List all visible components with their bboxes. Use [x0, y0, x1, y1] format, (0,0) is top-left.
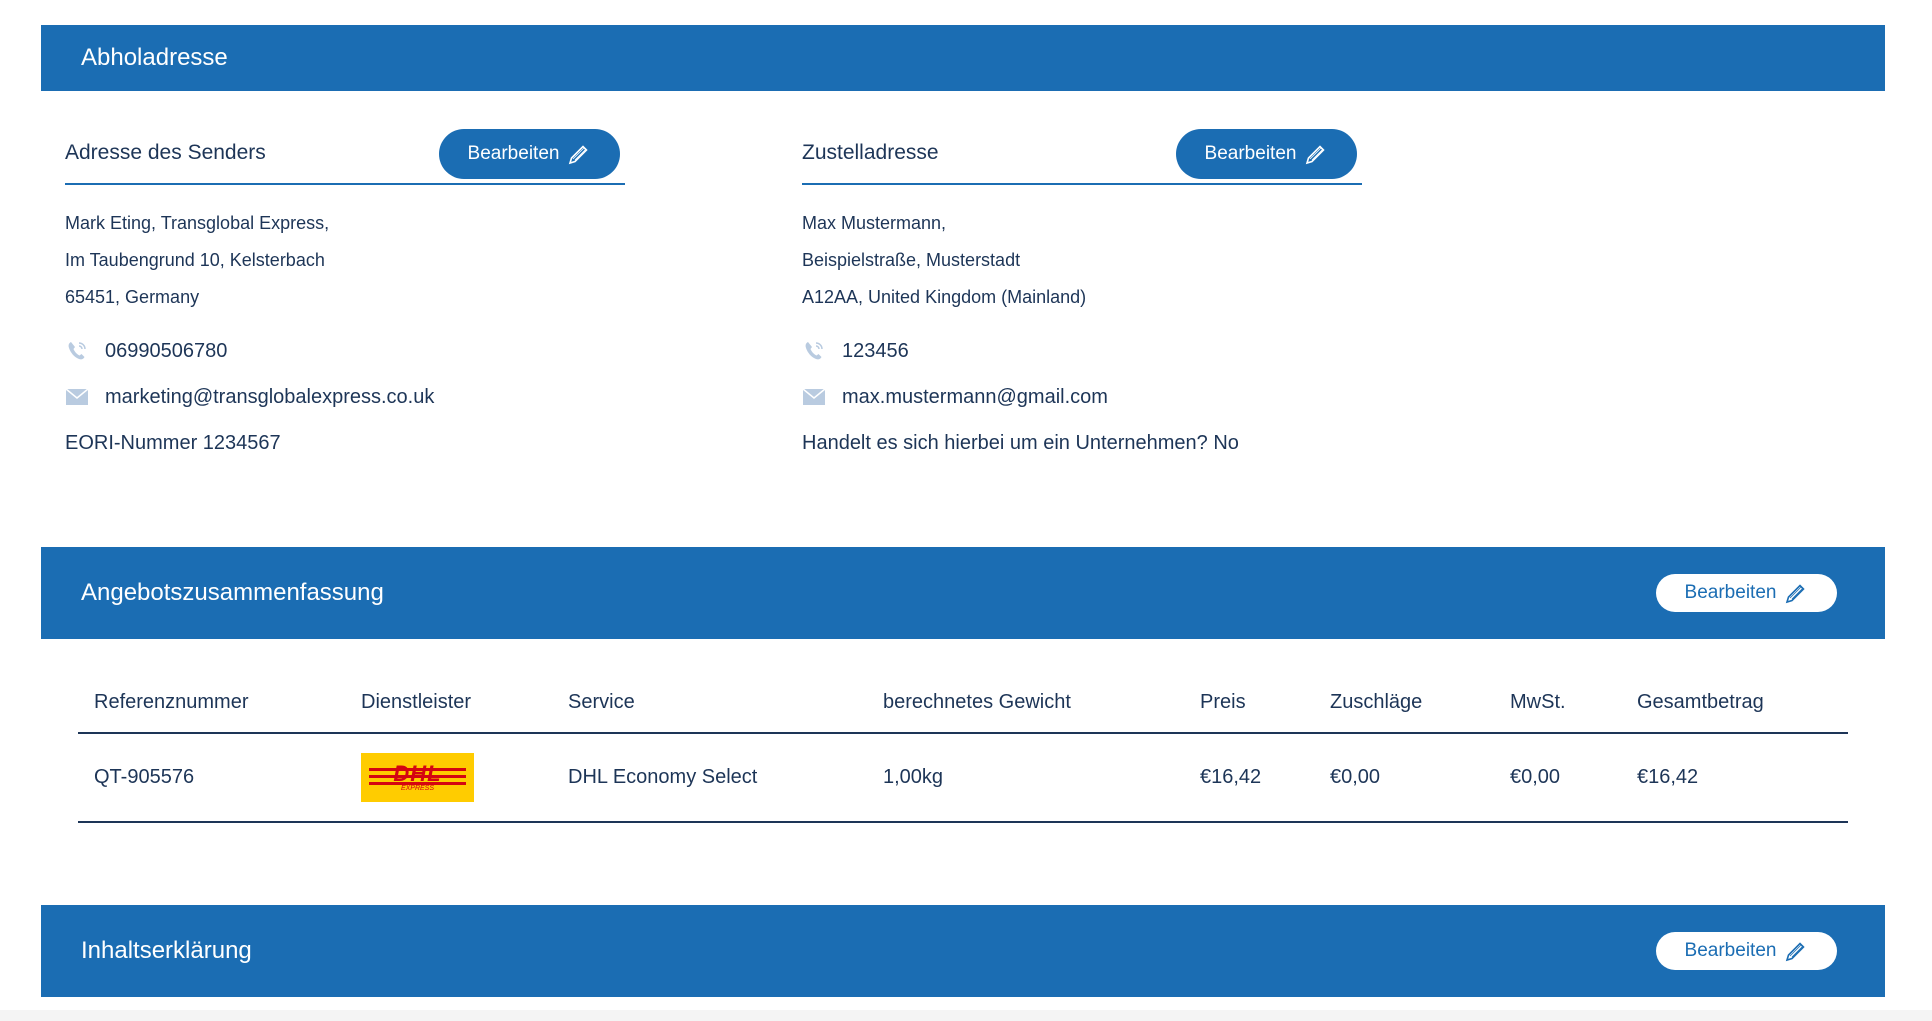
- column-header: Preis: [1184, 672, 1314, 734]
- delivery-email: max.mustermann@gmail.com: [802, 374, 1362, 420]
- edit-contents-button[interactable]: Bearbeiten: [1656, 932, 1837, 970]
- table-row: QT-905576 DHL EXPRESS DHL Economy Select…: [78, 733, 1848, 823]
- sender-address-line: Mark Eting, Transglobal Express,: [65, 213, 330, 233]
- delivery-address: Max Mustermann, Beispielstraße, Musterst…: [802, 205, 1362, 316]
- sender-address: Mark Eting, Transglobal Express, Im Taub…: [65, 205, 625, 316]
- dhl-logo-subtext: EXPRESS: [400, 784, 435, 792]
- envelope-icon: [65, 385, 89, 409]
- quote-summary-title: Angebotszusammenfassung: [81, 579, 384, 606]
- delivery-company-question: Handelt es sich hierbei um ein Unternehm…: [802, 432, 1239, 454]
- delivery-phone: 123456: [802, 328, 1362, 374]
- delivery-address-header: Zustelladresse Bearbeiten: [802, 125, 1362, 185]
- delivery-phone-value: 123456: [842, 339, 909, 362]
- pencil-icon: [1304, 142, 1328, 166]
- column-header: Service: [552, 672, 867, 734]
- column-header: berechnetes Gewicht: [867, 672, 1184, 734]
- sender-address-line: Im Taubengrund 10, Kelsterbach: [65, 250, 325, 270]
- dhl-logo: DHL EXPRESS: [361, 753, 474, 802]
- pencil-icon: [1784, 581, 1808, 605]
- sender-eori: EORI-Nummer 1234567: [65, 432, 281, 454]
- column-header: MwSt.: [1494, 672, 1621, 734]
- edit-sender-label: Bearbeiten: [467, 143, 560, 164]
- dhl-logo-text: DHL: [393, 760, 442, 786]
- service-name: DHL Economy Select: [552, 733, 867, 823]
- delivery-address-line: Beispielstraße, Musterstadt: [802, 250, 1021, 270]
- page-bottom-strip: [0, 1010, 1932, 1021]
- edit-quote-button[interactable]: Bearbeiten: [1656, 574, 1837, 612]
- contents-declaration-header: Inhaltserklärung Bearbeiten: [41, 905, 1885, 997]
- reference-number: QT-905576: [78, 733, 345, 823]
- sender-email: marketing@transglobalexpress.co.uk: [65, 374, 625, 420]
- edit-delivery-button[interactable]: Bearbeiten: [1176, 129, 1357, 179]
- vat: €0,00: [1494, 733, 1621, 823]
- quote-summary-header: Angebotszusammenfassung Bearbeiten: [41, 547, 1885, 639]
- sender-address-heading: Adresse des Senders: [65, 141, 266, 164]
- quote-summary-table: Referenznummer Dienstleister Service ber…: [78, 672, 1848, 823]
- column-header: Referenznummer: [78, 672, 345, 734]
- sender-address-line: 65451, Germany: [65, 287, 200, 307]
- chargeable-weight: 1,00kg: [867, 733, 1184, 823]
- sender-address-header: Adresse des Senders Bearbeiten: [65, 125, 625, 185]
- contents-declaration-title: Inhaltserklärung: [81, 937, 252, 964]
- envelope-icon: [802, 385, 826, 409]
- carrier-cell: DHL EXPRESS: [345, 733, 552, 823]
- delivery-address-panel: Zustelladresse Bearbeiten Max Mustermann…: [802, 125, 1362, 455]
- edit-sender-button[interactable]: Bearbeiten: [439, 129, 620, 179]
- column-header: Dienstleister: [345, 672, 552, 734]
- delivery-address-line: A12AA, United Kingdom (Mainland): [802, 287, 1087, 307]
- sender-email-value: marketing@transglobalexpress.co.uk: [105, 385, 435, 408]
- sender-phone: 06990506780: [65, 328, 625, 374]
- column-header: Gesamtbetrag: [1621, 672, 1848, 734]
- total-amount: €16,42: [1621, 733, 1848, 823]
- pencil-icon: [567, 142, 591, 166]
- phone-icon: [65, 339, 89, 363]
- sender-phone-value: 06990506780: [105, 339, 228, 362]
- edit-quote-label: Bearbeiten: [1684, 582, 1777, 603]
- sender-address-panel: Adresse des Senders Bearbeiten Mark Etin…: [65, 125, 625, 455]
- edit-delivery-label: Bearbeiten: [1204, 143, 1297, 164]
- pickup-title: Abholadresse: [81, 44, 228, 71]
- price: €16,42: [1184, 733, 1314, 823]
- delivery-address-line: Max Mustermann,: [802, 213, 947, 233]
- table-header-row: Referenznummer Dienstleister Service ber…: [78, 672, 1848, 734]
- column-header: Zuschläge: [1314, 672, 1494, 734]
- pickup-header: Abholadresse: [41, 25, 1885, 91]
- delivery-email-value: max.mustermann@gmail.com: [842, 385, 1108, 408]
- edit-contents-label: Bearbeiten: [1684, 940, 1777, 961]
- pencil-icon: [1784, 939, 1808, 963]
- phone-icon: [802, 339, 826, 363]
- delivery-address-heading: Zustelladresse: [802, 141, 939, 164]
- surcharges: €0,00: [1314, 733, 1494, 823]
